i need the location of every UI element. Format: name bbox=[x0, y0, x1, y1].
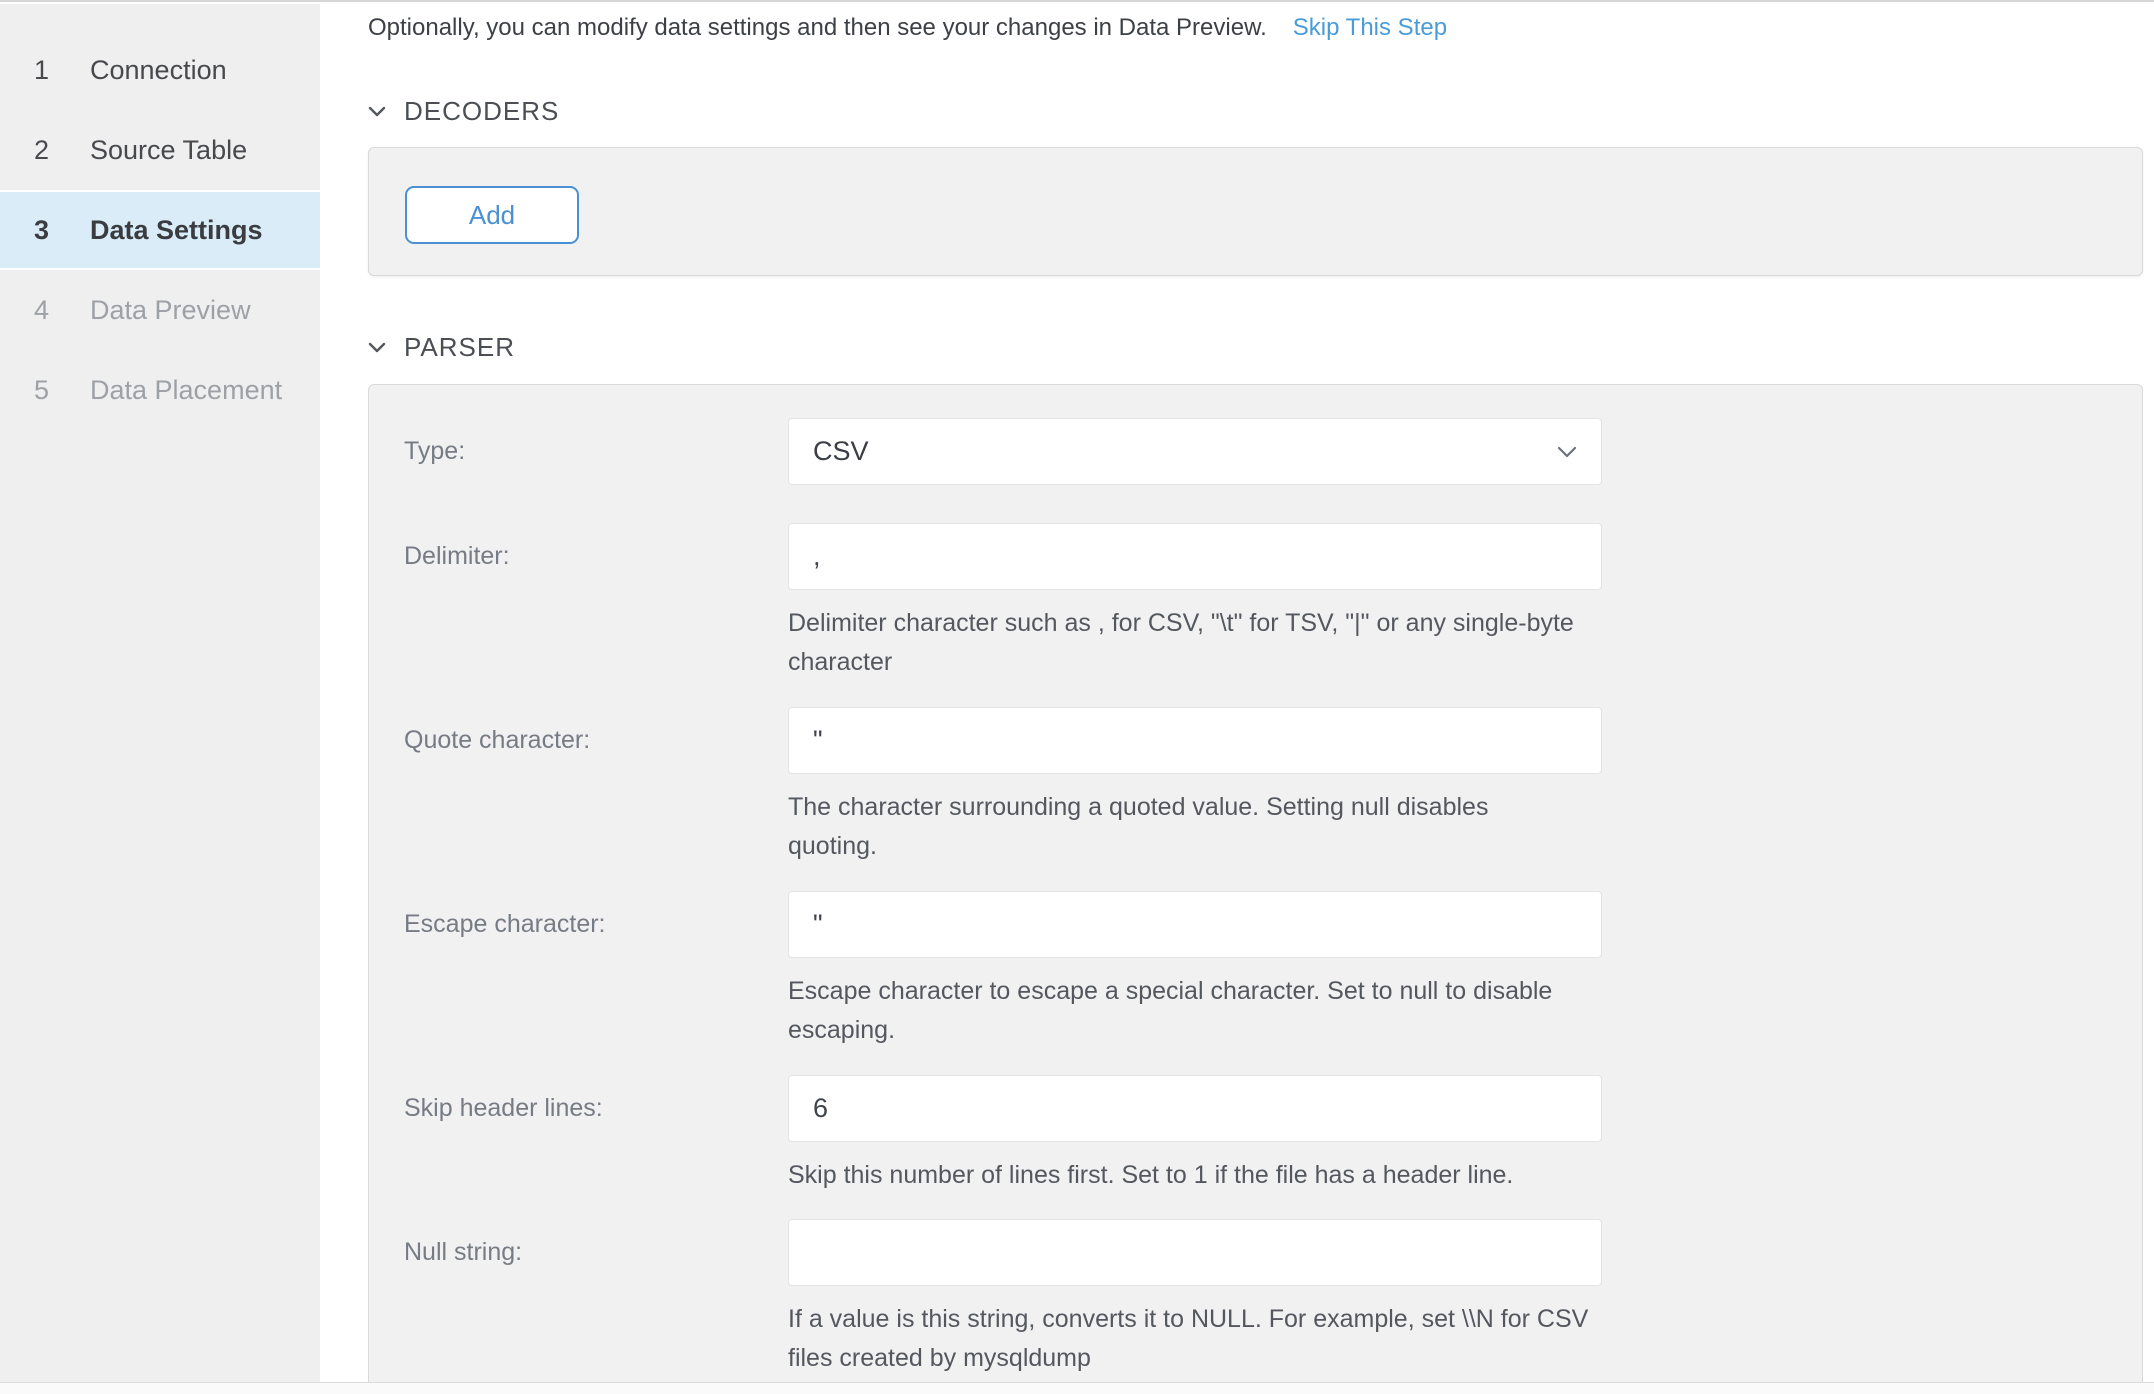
escape-character-input[interactable] bbox=[788, 891, 1602, 958]
add-decoder-button[interactable]: Add bbox=[405, 186, 579, 244]
sidebar-step-source-table[interactable]: 2 Source Table bbox=[0, 110, 320, 190]
sidebar-step-data-placement[interactable]: 5 Data Placement bbox=[0, 350, 320, 430]
step-number: 5 bbox=[34, 375, 72, 406]
step-number: 1 bbox=[34, 55, 72, 86]
horizontal-scrollbar-track[interactable] bbox=[0, 1382, 2154, 1394]
chevron-down-icon bbox=[368, 106, 386, 117]
quote-character-help-text: The character surrounding a quoted value… bbox=[788, 788, 2088, 866]
delimiter-help-text: Delimiter character such as , for CSV, "… bbox=[788, 604, 2088, 682]
step-label: Source Table bbox=[90, 135, 247, 166]
intro-text: Optionally, you can modify data settings… bbox=[368, 14, 1267, 42]
skip-header-lines-label: Skip header lines: bbox=[404, 1075, 764, 1142]
skip-header-lines-help-text: Skip this number of lines first. Set to … bbox=[788, 1156, 2088, 1195]
step-label: Data Settings bbox=[90, 215, 263, 246]
step-label: Connection bbox=[90, 55, 227, 86]
skip-header-lines-input[interactable] bbox=[788, 1075, 1602, 1142]
step-number: 4 bbox=[34, 295, 72, 326]
escape-character-help-text: Escape character to escape a special cha… bbox=[788, 972, 2088, 1050]
decoders-section-header[interactable]: DECODERS bbox=[368, 96, 559, 127]
type-label: Type: bbox=[404, 418, 764, 485]
intro-row: Optionally, you can modify data settings… bbox=[368, 14, 1447, 42]
decoders-panel: Add bbox=[368, 147, 2143, 276]
delimiter-input[interactable] bbox=[788, 523, 1602, 590]
sidebar-step-data-preview[interactable]: 4 Data Preview bbox=[0, 270, 320, 350]
chevron-down-icon bbox=[368, 342, 386, 353]
step-number: 2 bbox=[34, 135, 72, 166]
step-label: Data Placement bbox=[90, 375, 282, 406]
step-label: Data Preview bbox=[90, 295, 251, 326]
quote-character-input[interactable] bbox=[788, 707, 1602, 774]
sidebar-step-data-settings[interactable]: 3 Data Settings bbox=[0, 190, 320, 270]
parser-panel: Type: CSV Delimiter: Delimiter character… bbox=[368, 384, 2143, 1384]
steps-sidebar: 1 Connection 2 Source Table 3 Data Setti… bbox=[0, 4, 320, 1384]
null-string-input[interactable] bbox=[788, 1219, 1602, 1286]
quote-character-label: Quote character: bbox=[404, 707, 764, 774]
sidebar-step-connection[interactable]: 1 Connection bbox=[0, 30, 320, 110]
chevron-down-icon bbox=[1557, 446, 1577, 458]
step-number: 3 bbox=[34, 215, 72, 246]
decoders-section-title: DECODERS bbox=[404, 96, 559, 127]
null-string-help-text: If a value is this string, converts it t… bbox=[788, 1300, 2088, 1378]
type-selected-value: CSV bbox=[813, 436, 869, 466]
parser-section-header[interactable]: PARSER bbox=[368, 332, 515, 363]
parser-section-title: PARSER bbox=[404, 332, 515, 363]
delimiter-label: Delimiter: bbox=[404, 523, 764, 590]
skip-this-step-link[interactable]: Skip This Step bbox=[1293, 14, 1447, 42]
main-content: Optionally, you can modify data settings… bbox=[320, 4, 2154, 1384]
escape-character-label: Escape character: bbox=[404, 891, 764, 958]
type-select[interactable]: CSV bbox=[788, 418, 1602, 485]
null-string-label: Null string: bbox=[404, 1219, 764, 1286]
